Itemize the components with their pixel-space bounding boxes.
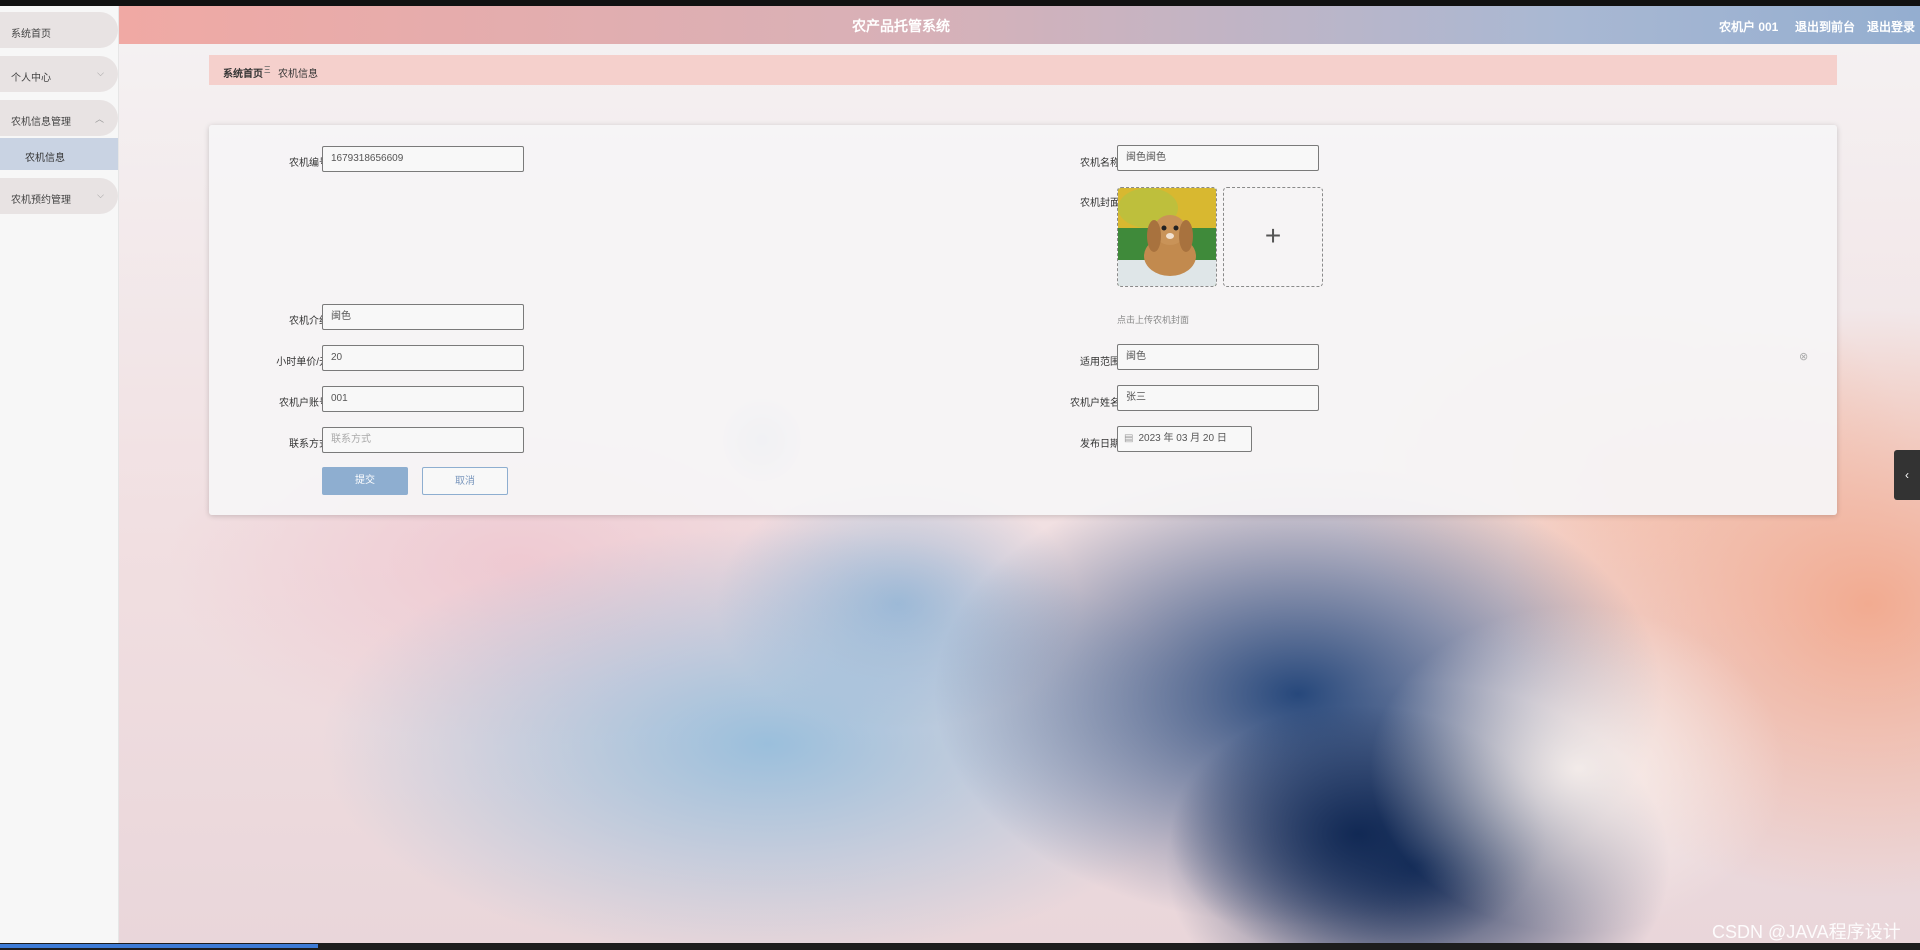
cancel-button[interactable]: 取消 [422, 467, 508, 495]
breadcrumb-separator: Ξ [264, 65, 271, 76]
intro-input[interactable]: 闽色 [322, 304, 524, 330]
scrollbar-thumb[interactable] [0, 944, 318, 948]
machine-form-card: 农机编号 1679318656609 农机介绍 闽色 小时单价/元 20 农机户… [209, 125, 1837, 515]
sidebar-item-reservation-management[interactable]: 农机预约管理 ⌵ [0, 178, 118, 214]
rabbit-photo [1118, 188, 1216, 286]
publish-date-label: 发布日期 [1080, 439, 1120, 450]
sidebar-subitem-label: 农机信息 [25, 153, 65, 164]
breadcrumb-current: 农机信息 [278, 69, 318, 80]
publish-date-picker[interactable]: ▤ 2023 年 03 月 20 日 [1117, 426, 1252, 452]
scope-input[interactable]: 闽色 [1117, 344, 1319, 370]
background-blob [1168, 704, 1548, 950]
app-title: 农产品托管系统 [852, 18, 950, 34]
intro-label: 农机介绍 [289, 316, 329, 327]
owner-name-input[interactable]: 张三 [1117, 385, 1319, 411]
calendar-icon: ▤ [1124, 433, 1134, 444]
breadcrumb-home[interactable]: 系统首页 [223, 65, 263, 80]
exit-to-frontend-link[interactable]: 退出到前台 [1795, 18, 1855, 35]
contact-label: 联系方式 [289, 439, 329, 450]
chevron-down-icon: ⌵ [97, 190, 104, 200]
publish-date-value: 2023 年 03 月 20 日 [1138, 433, 1227, 444]
watermark: CSDN @JAVA程序设计 [1712, 922, 1901, 942]
clear-icon[interactable]: ⊗ [1799, 350, 1808, 363]
submit-button[interactable]: 提交 [322, 467, 408, 495]
plus-icon: + [1264, 220, 1282, 251]
chevron-down-icon: ⌵ [97, 68, 104, 78]
owner-account-input[interactable]: 001 [322, 386, 524, 412]
price-input[interactable]: 20 [322, 345, 524, 371]
price-label: 小时单价/元 [276, 357, 329, 368]
sidebar-item-machine-management[interactable]: 农机信息管理 ︿ [0, 100, 118, 136]
owner-account-label: 农机户账号 [279, 398, 329, 409]
background-blob [1368, 604, 1788, 934]
sidebar-item-personal-center[interactable]: 个人中心 ⌵ [0, 56, 118, 92]
sidebar-item-label: 个人中心 [11, 73, 51, 84]
contact-input[interactable]: 联系方式 [322, 427, 524, 453]
chevron-up-icon: ︿ [94, 114, 104, 124]
cover-upload-hint: 点击上传农机封面 [1117, 315, 1190, 325]
scope-label: 适用范围 [1080, 357, 1120, 368]
logout-link[interactable]: 退出登录 [1867, 18, 1915, 35]
owner-name-label: 农机户姓名 [1070, 398, 1120, 409]
sidebar-item-label: 农机信息管理 [11, 117, 71, 128]
panel-toggle-button[interactable]: ‹ [1894, 450, 1920, 500]
app-window: 农产品托管系统 农机户 001 退出到前台 退出登录 系统首页 个人中心 ⌵ 农… [0, 0, 1920, 950]
current-user: 农机户 001 [1719, 20, 1779, 34]
breadcrumb: 系统首页 Ξ 农机信息 [209, 55, 1837, 85]
cover-label: 农机封面 [1080, 198, 1120, 209]
machine-no-label: 农机编号 [289, 158, 329, 169]
cover-upload-button[interactable]: + [1223, 187, 1323, 287]
machine-name-label: 农机名称 [1080, 158, 1120, 169]
machine-name-input[interactable]: 闽色闽色 [1117, 145, 1319, 171]
sidebar-subitem-machine-info[interactable]: 农机信息 [0, 138, 118, 170]
machine-no-input[interactable]: 1679318656609 [322, 146, 524, 172]
top-bar: 农产品托管系统 农机户 001 退出到前台 退出登录 [118, 6, 1920, 44]
sidebar-item-home[interactable]: 系统首页 [0, 12, 118, 48]
cover-image-thumbnail[interactable] [1117, 187, 1217, 287]
sidebar: 系统首页 个人中心 ⌵ 农机信息管理 ︿ 农机信息 农机预约管理 ⌵ [0, 6, 119, 950]
chevron-left-icon: ‹ [1905, 468, 1909, 482]
sidebar-item-label: 农机预约管理 [11, 195, 71, 206]
sidebar-item-label: 系统首页 [11, 29, 51, 40]
